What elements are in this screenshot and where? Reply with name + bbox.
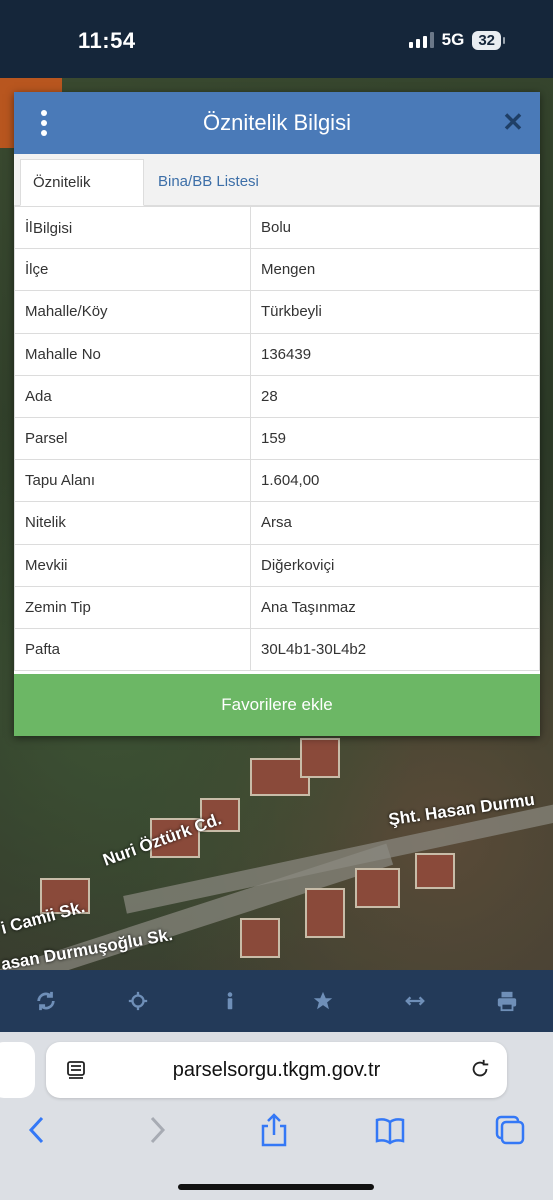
- battery-icon: 32: [472, 30, 505, 50]
- table-row: Tapu Alanı 1.604,00: [14, 459, 540, 503]
- print-icon[interactable]: [487, 981, 527, 1021]
- table-row: Ada 28: [14, 374, 540, 418]
- attribute-value: 30L4b1-30L4b2: [250, 627, 540, 672]
- attribute-label: Zemin Tip: [14, 585, 251, 629]
- building: [415, 853, 455, 889]
- table-row: Nitelik Arsa: [14, 501, 540, 545]
- building: [305, 888, 345, 938]
- signal-icon: [408, 32, 434, 48]
- attribute-label: Nitelik: [14, 501, 251, 545]
- attribute-value: Mengen: [250, 248, 540, 292]
- info-icon[interactable]: [210, 981, 250, 1021]
- bookmarks-icon[interactable]: [374, 1112, 406, 1148]
- attribute-value: 1.604,00: [250, 459, 540, 503]
- table-row: Mahalle No 136439: [14, 332, 540, 376]
- attribute-label: İlçe: [14, 248, 251, 292]
- back-icon[interactable]: [22, 1112, 54, 1148]
- add-to-favorites-button[interactable]: Favorilere ekle: [14, 674, 540, 736]
- building: [300, 738, 340, 778]
- previous-tab-preview[interactable]: [0, 1042, 35, 1098]
- status-bar: 11:54 5G 32: [0, 0, 553, 78]
- attribute-table: İl Bolu İlçe Mengen Mahalle/Köy Türkbeyli Maha…: [14, 205, 540, 672]
- attribute-label: Mevkii: [14, 543, 251, 587]
- url-text: parselsorgu.tkgm.gov.tr: [172, 1059, 381, 1081]
- forward-icon[interactable]: [140, 1112, 172, 1148]
- close-icon[interactable]: ✕: [502, 108, 524, 136]
- building: [355, 868, 400, 908]
- attribute-value: 159: [250, 416, 540, 461]
- table-row: Zemin Tip Ana Taşınmaz: [14, 585, 540, 629]
- status-indicators: 5G 32: [408, 30, 505, 50]
- reload-icon[interactable]: [469, 1058, 491, 1080]
- measure-icon[interactable]: [395, 981, 435, 1021]
- network-type: 5G: [441, 30, 465, 49]
- attribute-value: 28: [250, 374, 540, 418]
- table-row: İl Bolu: [14, 205, 540, 250]
- attribute-value: Ana Taşınmaz: [250, 585, 540, 629]
- modal-header: Öznitelik Bilgisi ✕: [14, 92, 540, 154]
- attribute-label: Mahalle No: [14, 332, 251, 376]
- attribute-label: Mahalle/Köy: [14, 290, 251, 334]
- attribute-value: Türkbeyli: [250, 290, 540, 334]
- browser-chrome: parselsorgu.tkgm.gov.tr: [0, 1032, 553, 1200]
- tabs-icon[interactable]: [494, 1112, 526, 1148]
- attribute-label: Pafta: [14, 627, 251, 672]
- star-icon[interactable]: [303, 981, 343, 1021]
- browser-toolbar: [0, 1112, 553, 1152]
- share-icon[interactable]: [258, 1112, 290, 1148]
- table-row: Mevkii Diğerkoviçi: [14, 543, 540, 587]
- address-bar[interactable]: parselsorgu.tkgm.gov.tr: [46, 1042, 507, 1098]
- attribute-modal: Öznitelik Bilgisi ✕ Öznitelik Bilgisi Bi…: [14, 92, 540, 736]
- map-toolbar: [0, 970, 553, 1032]
- status-time: 11:54: [78, 28, 136, 53]
- table-row: Mahalle/Köy Türkbeyli: [14, 290, 540, 334]
- table-row: Pafta 30L4b1-30L4b2: [14, 627, 540, 672]
- locate-icon[interactable]: [118, 981, 158, 1021]
- attribute-value: Arsa: [250, 501, 540, 545]
- modal-tabs: Öznitelik Bilgisi Bina/BB Listesi: [14, 154, 540, 237]
- table-row: İlçe Mengen: [14, 248, 540, 292]
- attribute-value: Bolu: [250, 205, 540, 250]
- tab-attribute-info[interactable]: Öznitelik Bilgisi: [20, 159, 144, 237]
- attribute-label: Parsel: [14, 416, 251, 461]
- refresh-icon[interactable]: [26, 981, 66, 1021]
- building: [240, 918, 280, 958]
- attribute-label: Tapu Alanı: [14, 459, 251, 503]
- attribute-value: Diğerkoviçi: [250, 543, 540, 587]
- tab-building-list[interactable]: Bina/BB Listesi: [146, 159, 271, 206]
- table-row: Parsel 159: [14, 416, 540, 461]
- attribute-value: 136439: [250, 332, 540, 376]
- modal-title: Öznitelik Bilgisi: [203, 110, 351, 135]
- attribute-label: Ada: [14, 374, 251, 418]
- home-indicator: [178, 1184, 374, 1190]
